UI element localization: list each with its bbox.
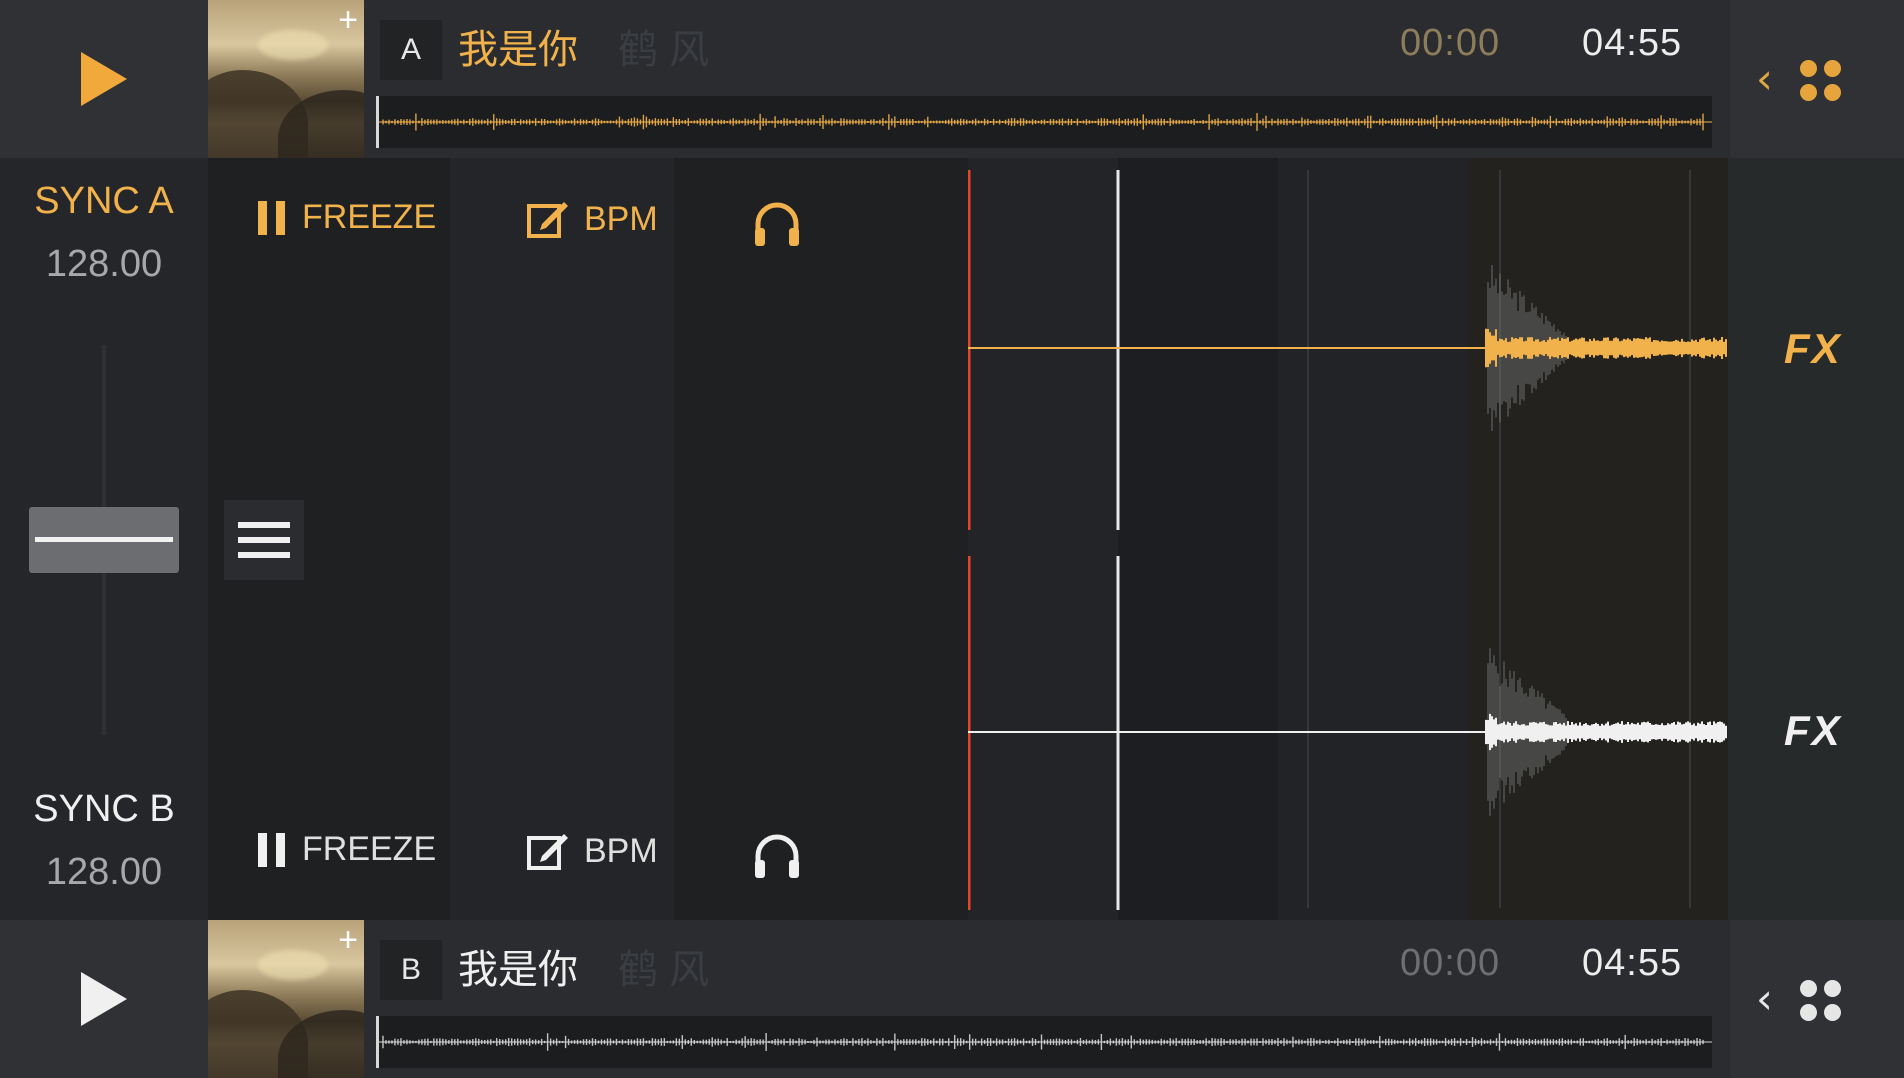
plus-icon[interactable]: + bbox=[338, 0, 358, 40]
sync-b-button[interactable]: SYNC B bbox=[0, 788, 208, 831]
headphones-icon[interactable] bbox=[752, 830, 802, 882]
deck-b-track-title[interactable]: 我是你 bbox=[458, 940, 578, 1000]
deck-a-artist-ghost: 鹤 风 bbox=[618, 28, 710, 72]
deck-a-total-time: 04:55 bbox=[1582, 22, 1683, 64]
plus-icon[interactable]: + bbox=[338, 920, 358, 960]
headphones-icon[interactable] bbox=[752, 198, 802, 250]
deck-a-letter: A bbox=[380, 20, 442, 80]
scrolling-waveform-area[interactable] bbox=[968, 158, 1728, 920]
deck-b-letter: B bbox=[380, 940, 442, 1000]
deck-a-album-cover[interactable]: + bbox=[208, 0, 364, 158]
deck-b-fx-button[interactable]: FX bbox=[1784, 707, 1842, 755]
chevron-left-icon[interactable]: ‹ bbox=[1756, 55, 1773, 103]
deck-b-side-panel[interactable]: ‹ bbox=[1730, 920, 1904, 1078]
play-icon bbox=[81, 972, 127, 1026]
deck-a-side-panel[interactable]: ‹ bbox=[1730, 0, 1904, 158]
pause-icon bbox=[258, 200, 285, 235]
fx-column bbox=[1728, 158, 1904, 920]
deck-b-total-time: 04:55 bbox=[1582, 942, 1683, 984]
pause-icon bbox=[258, 832, 285, 867]
deck-a-elapsed-time: 00:00 bbox=[1400, 22, 1501, 64]
sync-a-bpm: 128.00 bbox=[45, 243, 163, 285]
deck-a-bpm-button[interactable]: BPM bbox=[526, 198, 658, 240]
edit-icon bbox=[527, 834, 568, 870]
dots-grid-icon[interactable] bbox=[1800, 980, 1844, 1024]
sync-a-button[interactable]: SYNC A bbox=[0, 180, 208, 223]
deck-b-freeze-button[interactable]: FREEZE bbox=[256, 830, 436, 869]
deck-b-bpm-button[interactable]: BPM bbox=[526, 830, 658, 872]
deck-b-play-button[interactable] bbox=[0, 920, 208, 1078]
deck-b-header: + B 我是你 鹤 风 00:00 04:55 ‹ bbox=[0, 920, 1904, 1078]
controls-area bbox=[208, 158, 968, 920]
deck-b-elapsed-time: 00:00 bbox=[1400, 942, 1501, 984]
dots-grid-icon[interactable] bbox=[1800, 60, 1844, 104]
deck-a-play-button[interactable] bbox=[0, 0, 208, 158]
deck-b-freeze-label: FREEZE bbox=[302, 830, 437, 868]
deck-a-freeze-label: FREEZE bbox=[302, 198, 437, 236]
deck-a-overview-waveform[interactable] bbox=[376, 96, 1712, 148]
deck-b-bpm-label: BPM bbox=[584, 831, 658, 870]
sync-b-bpm: 128.00 bbox=[45, 851, 163, 893]
deck-a-bpm-label: BPM bbox=[584, 199, 658, 238]
deck-b-overview-waveform[interactable] bbox=[376, 1016, 1712, 1068]
edit-icon bbox=[527, 202, 568, 238]
deck-a-fx-button[interactable]: FX bbox=[1784, 325, 1842, 373]
deck-b-album-cover[interactable]: + bbox=[208, 920, 364, 1078]
chevron-left-icon[interactable]: ‹ bbox=[1756, 975, 1773, 1023]
deck-a-freeze-button[interactable]: FREEZE bbox=[256, 198, 436, 237]
hamburger-menu-icon[interactable] bbox=[224, 500, 304, 580]
deck-a-header: + A 我是你 鹤 风 00:00 04:55 ‹ bbox=[0, 0, 1904, 158]
crossfader-knob[interactable] bbox=[29, 507, 179, 573]
deck-b-artist-ghost: 鹤 风 bbox=[618, 948, 710, 992]
deck-a-track-title[interactable]: 我是你 bbox=[458, 20, 578, 80]
play-icon bbox=[81, 52, 127, 106]
